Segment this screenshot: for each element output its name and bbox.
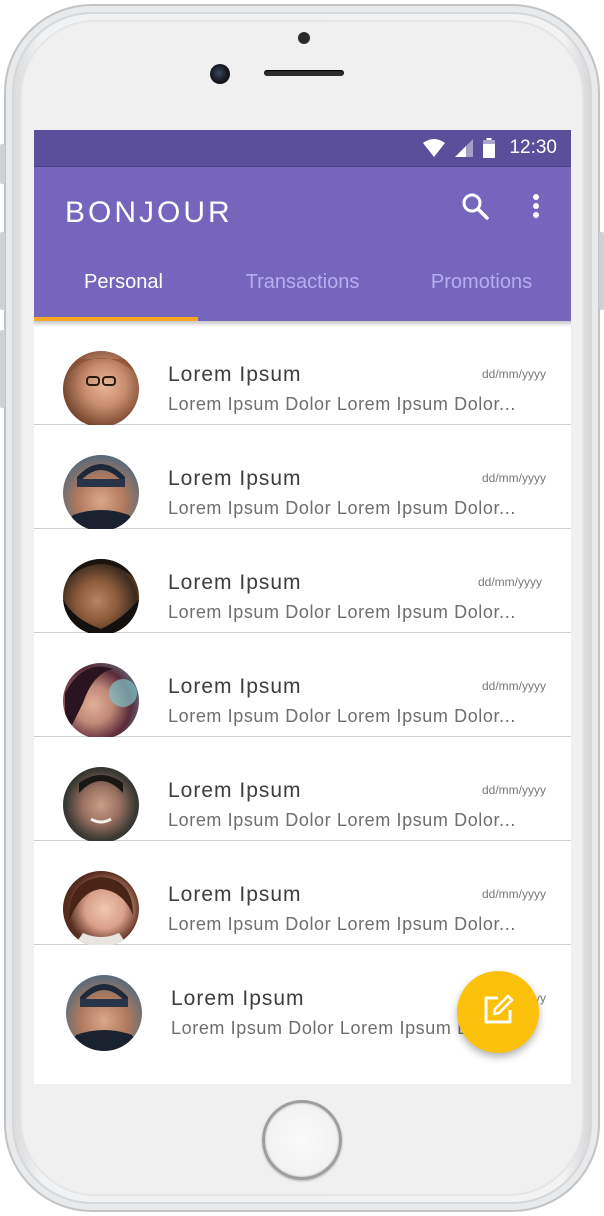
tab-personal[interactable]: Personal — [34, 245, 213, 321]
conversation-list: Lorem Ipsum dd/mm/yyyy Lorem Ipsum Dolor… — [34, 321, 571, 1051]
tab-transactions[interactable]: Transactions — [213, 245, 392, 321]
status-time: 12:30 — [509, 137, 557, 158]
message-date: dd/mm/yyyy — [481, 887, 546, 901]
earpiece-speaker — [264, 70, 344, 76]
mute-switch — [0, 144, 5, 184]
compose-icon — [480, 992, 516, 1033]
volume-up-button — [0, 232, 5, 310]
message-date: dd/mm/yyyy — [481, 367, 546, 381]
search-button[interactable] — [458, 191, 492, 225]
more-vert-icon — [532, 193, 540, 224]
wifi-icon — [423, 139, 446, 157]
signal-icon — [455, 139, 474, 157]
conversation-item[interactable]: Lorem Ipsum dd/mm/yyyy Lorem Ipsum Dolor… — [34, 529, 571, 635]
tab-promotions[interactable]: Promotions — [392, 245, 571, 321]
app-bar-shadow — [34, 321, 571, 327]
app-title: BONJOUR — [65, 196, 233, 229]
home-button[interactable] — [262, 1100, 342, 1180]
tab-bar: Personal Transactions Promotions — [34, 245, 571, 321]
conversation-item[interactable]: Lorem Ipsum dd/mm/yyyy Lorem Ipsum Dolor… — [34, 321, 571, 427]
contact-name: Lorem Ipsum — [171, 987, 305, 1010]
message-date: dd/mm/yyyy — [481, 679, 546, 693]
avatar — [63, 663, 139, 739]
avatar — [63, 351, 139, 427]
message-date: dd/mm/yyyy — [481, 471, 546, 485]
message-date: dd/mm/yyyy — [477, 575, 542, 589]
message-preview: Lorem Ipsum Dolor Lorem Ipsum Dolor... — [168, 810, 516, 830]
front-camera — [210, 64, 230, 84]
contact-name: Lorem Ipsum — [168, 363, 302, 386]
contact-name: Lorem Ipsum — [168, 467, 302, 490]
conversation-item[interactable]: Lorem Ipsum dd/mm/yyyy Lorem Ipsum Dolor… — [34, 737, 571, 843]
avatar — [66, 975, 142, 1051]
status-bar: 12:30 — [34, 130, 571, 167]
app-bar: BONJOUR Personal Transactions Promotions — [34, 167, 571, 321]
more-options-button[interactable] — [522, 191, 550, 225]
conversation-item[interactable]: Lorem Ipsum dd/mm/yyyy Lorem Ipsum Dolor… — [34, 841, 571, 947]
message-preview: Lorem Ipsum Dolor Lorem Ipsum Dolor... — [168, 498, 516, 518]
conversation-item[interactable]: Lorem Ipsum dd/mm/yyyy Lorem Ipsum Dolor… — [34, 425, 571, 531]
avatar — [63, 559, 139, 635]
battery-icon — [483, 138, 496, 158]
conversation-item[interactable]: Lorem Ipsum dd/mm/yyyy Lorem Ipsum Dolor… — [34, 633, 571, 739]
contact-name: Lorem Ipsum — [168, 675, 302, 698]
power-button — [599, 232, 604, 310]
avatar — [63, 455, 139, 531]
message-preview: Lorem Ipsum Dolor Lorem Ipsum Dolor... — [168, 602, 516, 622]
contact-name: Lorem Ipsum — [168, 883, 302, 906]
compose-button[interactable] — [457, 971, 539, 1053]
message-preview: Lorem Ipsum Dolor Lorem Ipsum Dolor... — [168, 706, 516, 726]
message-date: dd/mm/yyyy — [481, 783, 546, 797]
volume-down-button — [0, 330, 5, 408]
avatar — [63, 767, 139, 843]
avatar — [63, 871, 139, 947]
message-preview: Lorem Ipsum Dolor Lorem Ipsum Dolor... — [168, 394, 516, 414]
message-preview: Lorem Ipsum Dolor Lorem Ipsum Dolor... — [168, 914, 516, 934]
contact-name: Lorem Ipsum — [168, 779, 302, 802]
proximity-sensor — [298, 32, 310, 44]
screen: 12:30 BONJOUR Personal Transactions Prom… — [34, 130, 571, 1084]
contact-name: Lorem Ipsum — [168, 571, 302, 594]
search-icon — [461, 192, 489, 225]
